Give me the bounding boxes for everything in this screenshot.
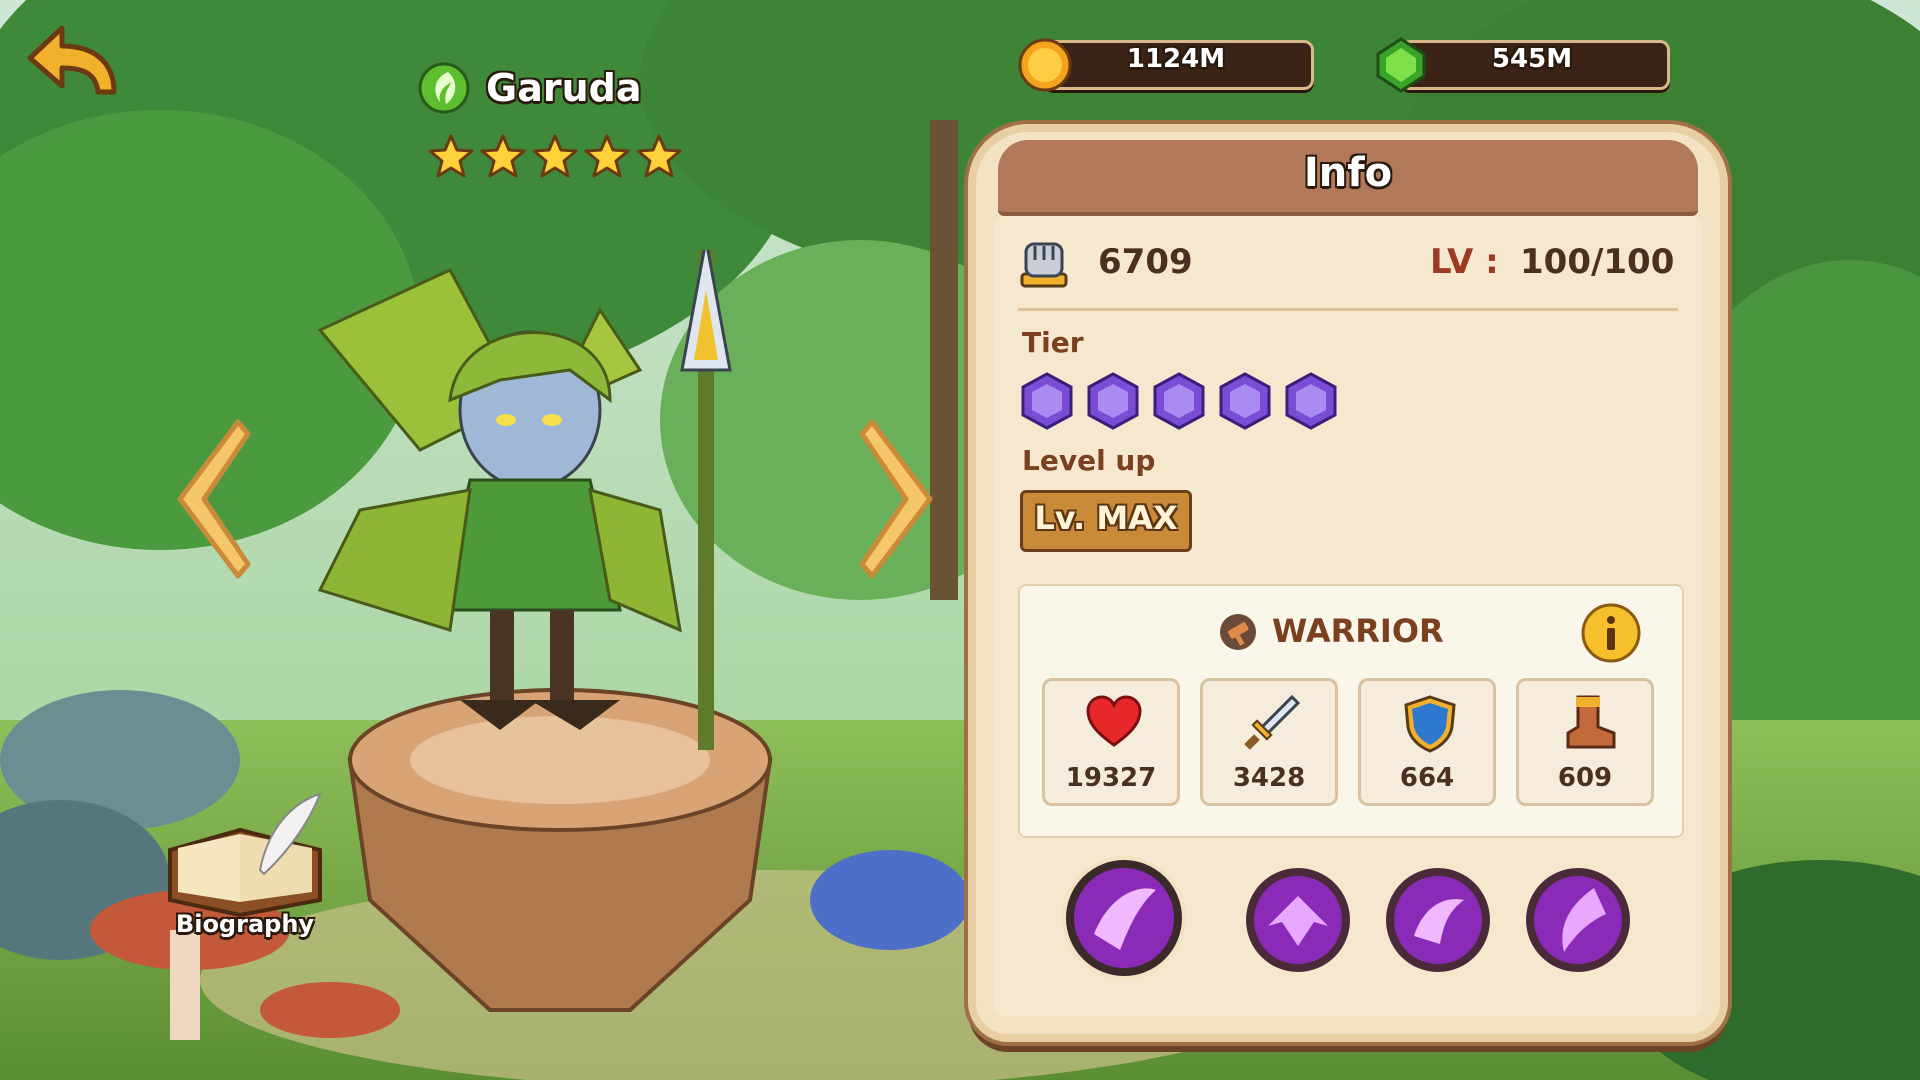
level-max-button[interactable]: Lv. MAX xyxy=(1020,490,1192,552)
tier-gem-icon xyxy=(1153,372,1205,430)
sword-icon xyxy=(1244,694,1301,750)
biography-label: Biography xyxy=(175,910,315,938)
warrior-class-icon xyxy=(1220,614,1256,650)
shield-icon xyxy=(1404,695,1456,753)
power-value: 6709 xyxy=(1098,242,1193,282)
class-box: WARRIOR 19327 3428 664 609 xyxy=(1018,584,1684,838)
green-gem-icon xyxy=(1376,37,1426,93)
star-icon xyxy=(636,134,682,178)
level-max-label: Lv. MAX xyxy=(1034,499,1178,537)
skill-3-icon[interactable] xyxy=(1384,866,1492,974)
gold-currency: 1124M xyxy=(1016,36,1316,92)
level-label: LV : xyxy=(1430,242,1499,282)
tier-gem-icon xyxy=(1285,372,1337,430)
hero-header: Garuda xyxy=(418,58,738,178)
gem-amount: 545M xyxy=(1491,44,1573,74)
star-rating xyxy=(428,134,682,180)
nature-leaf-icon xyxy=(418,62,470,114)
stat-speed: 609 xyxy=(1516,678,1654,806)
hp-value: 19327 xyxy=(1065,763,1157,793)
tier-gems xyxy=(1020,372,1338,430)
star-icon xyxy=(532,134,578,178)
info-panel: Info 6709 LV : 100/100 Tier Level up Lv.… xyxy=(968,124,1728,1042)
skill-4-icon[interactable] xyxy=(1524,866,1632,974)
defense-value: 664 xyxy=(1399,763,1455,793)
next-hero-arrow-icon[interactable] xyxy=(852,414,942,584)
stat-defense: 664 xyxy=(1358,678,1496,806)
attack-value: 3428 xyxy=(1232,763,1306,793)
star-icon xyxy=(584,134,630,178)
stat-hp: 19327 xyxy=(1042,678,1180,806)
tier-gem-icon xyxy=(1021,372,1073,430)
gold-coin-icon xyxy=(1018,38,1072,92)
previous-hero-arrow-icon[interactable] xyxy=(168,414,258,584)
boot-icon xyxy=(1566,695,1616,749)
skill-2-icon[interactable] xyxy=(1244,866,1352,974)
biography-button[interactable]: Biography xyxy=(150,790,340,950)
skill-1-icon[interactable] xyxy=(1060,854,1188,982)
heart-icon xyxy=(1086,695,1142,747)
hero-portrait xyxy=(317,250,732,750)
star-icon xyxy=(480,134,526,178)
power-fist-icon xyxy=(1020,242,1068,288)
tier-gem-icon xyxy=(1219,372,1271,430)
info-title: Info xyxy=(1303,150,1393,196)
tier-label: Tier xyxy=(1022,326,1084,359)
info-icon[interactable] xyxy=(1580,602,1642,664)
star-icon xyxy=(428,134,474,178)
class-name: WARRIOR xyxy=(1272,612,1444,650)
info-panel-header: Info xyxy=(998,140,1698,216)
speed-value: 609 xyxy=(1557,763,1613,793)
back-arrow-icon[interactable] xyxy=(22,20,122,110)
hero-name: Garuda xyxy=(486,66,642,110)
gem-currency: 545M xyxy=(1372,36,1672,93)
level-up-label: Level up xyxy=(1022,444,1156,477)
stat-attack: 3428 xyxy=(1200,678,1338,806)
tier-gem-icon xyxy=(1087,372,1139,430)
book-quill-icon xyxy=(168,792,322,918)
divider xyxy=(1018,308,1678,311)
level-value: 100/100 xyxy=(1520,242,1675,282)
gold-amount: 1124M xyxy=(1126,44,1226,74)
